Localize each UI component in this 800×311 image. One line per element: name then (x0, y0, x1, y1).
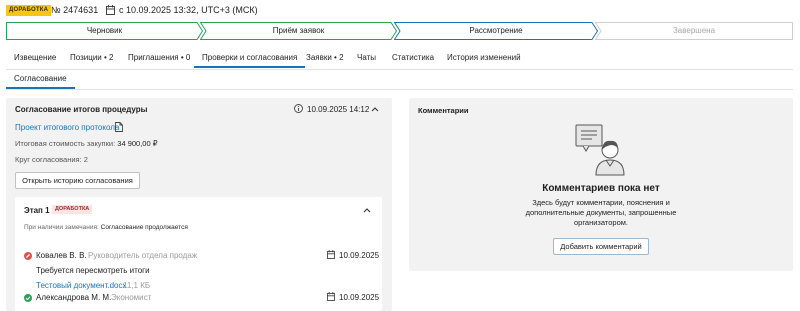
tab-notice[interactable]: Извещение (6, 48, 64, 68)
approver-role: Руководитель отдела продаж (88, 251, 198, 260)
calendar-icon (327, 250, 335, 259)
tab-chats[interactable]: Чаты (349, 48, 384, 68)
approver-date: 10.09.2025 (339, 251, 380, 260)
calendar-icon (327, 292, 335, 301)
total-cost: Итоговая стоимость закупки: 34 900,00 ₽ (15, 139, 158, 148)
document-icon[interactable] (115, 122, 123, 132)
approver-date: 10.09.2025 (339, 293, 380, 302)
rejected-icon (24, 252, 32, 260)
stage-note-label: При наличии замечания: (24, 224, 99, 231)
approval-date: 10.09.2025 14:12 (307, 105, 370, 114)
step-label: Приём заявок (272, 26, 325, 35)
calendar-icon (106, 5, 115, 15)
subtab-approval[interactable]: Согласование (6, 71, 75, 89)
procedure-stepper: Черновик Приём заявок Рассмотрение Завер… (6, 22, 793, 40)
status-badge: ДОРАБОТКА (6, 5, 52, 16)
total-cost-value: 34 900,00 ₽ (117, 139, 158, 148)
stage-note-value: Согласование продолжается (100, 224, 188, 231)
stage-title: Этап 1 (24, 206, 50, 215)
approver-name: Ковалев В. В. (36, 251, 87, 260)
procedure-date: с 10.09.2025 13:32, UTC+3 (МСК) (119, 5, 258, 15)
approver-name: Александрова М. М. (36, 293, 112, 302)
approver-comment: Требуется пересмотреть итоги (36, 266, 150, 275)
step-completed: Завершена (595, 22, 793, 40)
step-label: Черновик (86, 26, 123, 35)
subtabs-divider (6, 89, 793, 90)
total-cost-label: Итоговая стоимость закупки: (15, 139, 116, 148)
file-size: 11,1 КБ (123, 281, 151, 290)
tab-statistics[interactable]: Статистика (384, 48, 442, 68)
info-icon (294, 104, 303, 113)
tab-history[interactable]: История изменений (439, 48, 529, 68)
approval-title: Согласование итогов процедуры (15, 105, 148, 114)
tab-checks-approvals[interactable]: Проверки и согласования (194, 48, 306, 68)
step-label: Завершена (672, 26, 716, 35)
comments-title: Комментарии (418, 106, 469, 115)
step-draft: Черновик (6, 22, 203, 40)
approver-role: Экономист (111, 293, 152, 302)
step-label: Рассмотрение (469, 26, 523, 35)
stage-status-badge: ДОРАБОТКА (52, 205, 93, 214)
protocol-link[interactable]: Проект итогового протокола (15, 123, 119, 132)
tab-positions[interactable]: Позиции • 2 (62, 48, 121, 68)
empty-state-title: Комментариев пока нет (542, 183, 660, 194)
approved-icon (24, 294, 32, 302)
approval-round: Круг согласования: 2 (15, 155, 88, 164)
empty-state-description: Здесь будут комментарии, пояснения и доп… (525, 198, 677, 227)
attached-file-link[interactable]: Тестовый документ.docx (36, 281, 126, 290)
tab-invitations[interactable]: Приглашения • 0 (120, 48, 198, 68)
add-comment-button[interactable]: Добавить комментарий (553, 238, 649, 255)
tab-applications[interactable]: Заявки • 2 (298, 48, 352, 68)
step-review: Рассмотрение (394, 22, 598, 40)
procedure-number: № 2474631 (51, 5, 99, 15)
person-comment-icon (575, 124, 625, 176)
stage-note: При наличии замечания: Согласование прод… (24, 224, 188, 231)
step-applications: Приём заявок (200, 22, 397, 40)
open-history-button[interactable]: Открыть историю согласования (15, 172, 140, 189)
chevron-up-icon[interactable] (363, 207, 371, 213)
tabs-divider (6, 69, 793, 70)
chevron-up-icon[interactable] (371, 106, 379, 112)
